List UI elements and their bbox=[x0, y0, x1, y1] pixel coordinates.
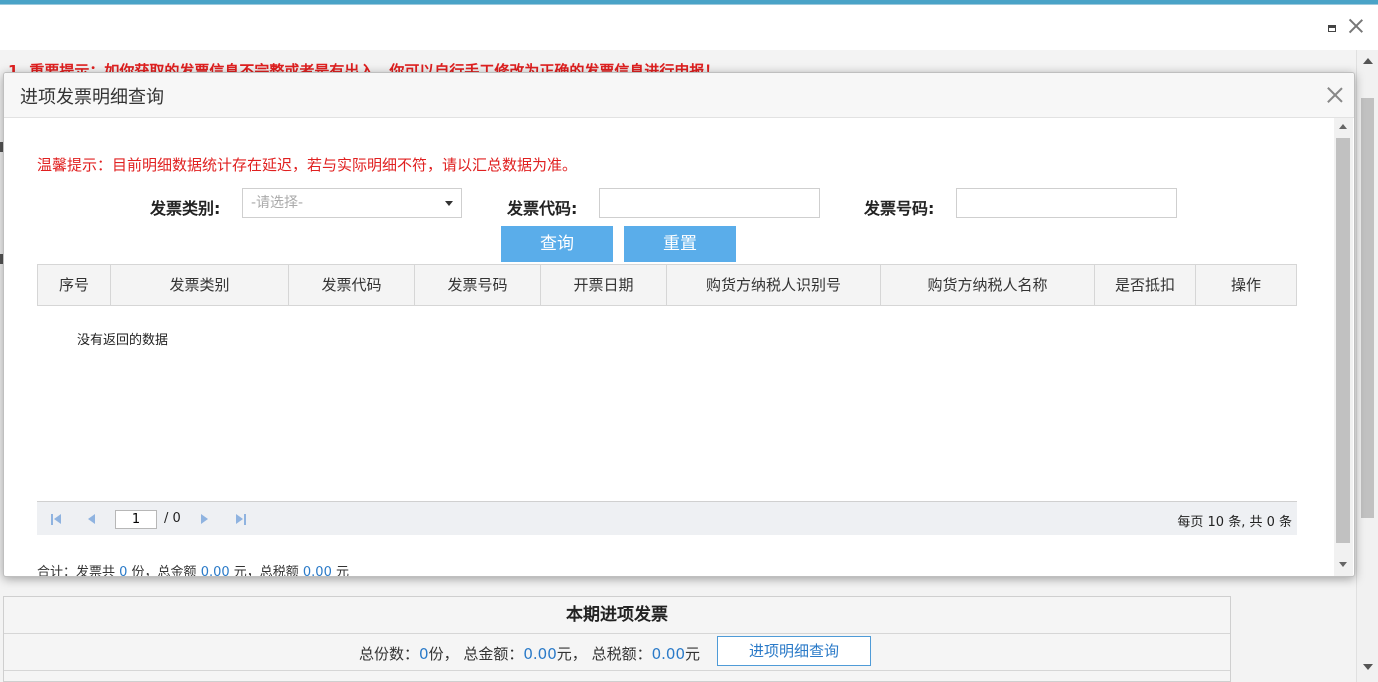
last-page-icon[interactable] bbox=[236, 514, 243, 524]
total-pages: / 0 bbox=[164, 511, 181, 526]
invoice-number-input[interactable] bbox=[956, 188, 1177, 218]
amount-unit: 元， bbox=[556, 645, 587, 663]
dialog-scrollbar[interactable] bbox=[1334, 118, 1353, 576]
maximize-icon[interactable] bbox=[1328, 25, 1336, 32]
summary-totals: 总份数：0份， 总金额：0.00元， 总税额：0.00元 bbox=[359, 643, 700, 664]
close-icon[interactable] bbox=[1325, 85, 1345, 105]
dialog-title: 进项发票明细查询 bbox=[20, 87, 164, 108]
scroll-down-icon[interactable] bbox=[1339, 562, 1347, 567]
page-info: 每页 10 条, 共 0 条 bbox=[1177, 515, 1292, 530]
summary-row-partial bbox=[4, 671, 1230, 681]
empty-message: 没有返回的数据 bbox=[77, 333, 169, 348]
totals-prefix: 合计：发票共 bbox=[37, 565, 120, 577]
next-page-icon[interactable] bbox=[201, 514, 208, 524]
summary-title: 本期进项发票 bbox=[4, 597, 1230, 634]
column-header[interactable]: 操作 bbox=[1196, 265, 1296, 305]
page-number-input[interactable]: 1 bbox=[115, 510, 157, 529]
totals-suffix: 元 bbox=[331, 565, 349, 577]
first-page-icon[interactable] bbox=[51, 514, 53, 525]
invoice-number-label: 发票号码: bbox=[864, 199, 935, 218]
dialog-header: 进项发票明细查询 bbox=[4, 73, 1354, 118]
count-unit: 份， bbox=[428, 645, 459, 663]
close-icon[interactable] bbox=[1347, 17, 1365, 35]
totals-amount: 0.00 bbox=[200, 565, 230, 577]
column-header[interactable]: 开票日期 bbox=[541, 265, 667, 305]
pagination-bar: 1 / 0 每页 10 条, 共 0 条 bbox=[37, 501, 1297, 535]
prev-page-icon[interactable] bbox=[88, 514, 95, 524]
detail-query-button[interactable]: 进项明细查询 bbox=[717, 636, 871, 666]
invoice-type-label: 发票类别: bbox=[150, 199, 221, 218]
column-header[interactable]: 发票代码 bbox=[289, 265, 415, 305]
tax-value: 0.00 bbox=[651, 645, 685, 663]
notice-text: 温馨提示：目前明细数据统计存在延迟，若与实际明细不符，请以汇总数据为准。 bbox=[37, 156, 578, 174]
invoice-type-select[interactable]: -请选择- bbox=[242, 188, 462, 218]
invoice-code-input[interactable] bbox=[599, 188, 820, 218]
column-header[interactable]: 发票类别 bbox=[111, 265, 289, 305]
scroll-down-icon[interactable] bbox=[1363, 664, 1373, 670]
query-button[interactable]: 查询 bbox=[501, 226, 613, 262]
scrollbar-thumb[interactable] bbox=[1361, 98, 1374, 518]
column-header[interactable]: 是否抵扣 bbox=[1095, 265, 1196, 305]
amount-label: 总金额： bbox=[463, 645, 524, 663]
reset-button[interactable]: 重置 bbox=[624, 226, 736, 262]
scrollbar-thumb[interactable] bbox=[1336, 138, 1350, 543]
period-invoice-summary: 本期进项发票 总份数：0份， 总金额：0.00元， 总税额：0.00元 进项明细… bbox=[3, 596, 1231, 682]
table-header: 序号 发票类别 发票代码 发票号码 开票日期 购货方纳税人识别号 购货方纳税人名… bbox=[37, 264, 1297, 306]
column-header[interactable]: 购货方纳税人识别号 bbox=[667, 265, 881, 305]
count-label: 总份数： bbox=[359, 645, 420, 663]
summary-totals-row: 总份数：0份， 总金额：0.00元， 总税额：0.00元 进项明细查询 bbox=[4, 634, 1230, 671]
outer-titlebar bbox=[0, 5, 1378, 49]
tax-label: 总税额： bbox=[591, 645, 652, 663]
scroll-up-icon[interactable] bbox=[1363, 58, 1373, 64]
detail-totals: 合计：发票共 0 份，总金额 0.00 元，总税额 0.00 元 bbox=[37, 561, 349, 577]
column-header[interactable]: 序号 bbox=[38, 265, 111, 305]
first-page-icon[interactable] bbox=[54, 514, 61, 524]
count-value: 0 bbox=[419, 645, 429, 663]
scroll-up-icon[interactable] bbox=[1339, 124, 1347, 129]
totals-text: 元，总税额 bbox=[229, 565, 303, 577]
invoice-detail-dialog: 进项发票明细查询 温馨提示：目前明细数据统计存在延迟，若与实际明细不符，请以汇总… bbox=[3, 72, 1355, 577]
last-page-icon[interactable] bbox=[244, 514, 246, 525]
tax-unit: 元 bbox=[685, 645, 701, 663]
column-header[interactable]: 购货方纳税人名称 bbox=[881, 265, 1095, 305]
outer-scrollbar[interactable] bbox=[1356, 50, 1378, 682]
invoice-code-label: 发票代码: bbox=[507, 199, 578, 218]
totals-text: 份，总金额 bbox=[127, 565, 201, 577]
totals-tax: 0.00 bbox=[302, 565, 332, 577]
amount-value: 0.00 bbox=[523, 645, 557, 663]
column-header[interactable]: 发票号码 bbox=[415, 265, 541, 305]
chevron-down-icon bbox=[445, 201, 453, 206]
select-placeholder: -请选择- bbox=[251, 195, 304, 211]
